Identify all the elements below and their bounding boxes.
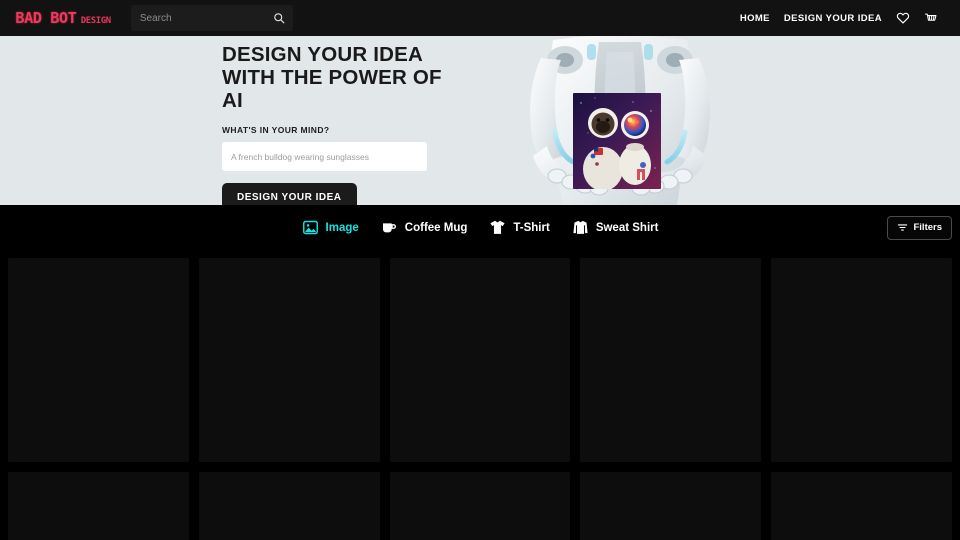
result-card[interactable] — [580, 472, 762, 540]
tab-sweat-shirt[interactable]: Sweat Shirt — [572, 219, 659, 236]
filters-label: Filters — [913, 222, 942, 233]
result-card[interactable] — [8, 472, 189, 540]
result-card[interactable] — [389, 472, 571, 540]
t-shirt-icon — [489, 219, 506, 236]
heart-icon[interactable] — [896, 11, 910, 25]
design-your-idea-button[interactable]: DESIGN YOUR IDEA — [222, 183, 357, 205]
category-tab-list: Image Coffee Mug T-Shirt Sweat Shirt — [302, 219, 659, 236]
search-input[interactable] — [130, 5, 293, 31]
search-container — [130, 5, 293, 31]
hero-section: DESIGN YOUR IDEA WITH THE POWER OF AI WH… — [0, 36, 960, 205]
filter-funnel-icon — [897, 222, 908, 233]
tab-image-label: Image — [325, 221, 359, 234]
result-card[interactable] — [580, 258, 762, 462]
tab-t-shirt-label: T-Shirt — [513, 221, 550, 234]
result-card[interactable] — [771, 472, 952, 540]
tab-sweat-shirt-label: Sweat Shirt — [595, 221, 659, 234]
generated-image-svg — [573, 93, 661, 189]
logo-primary-text: BAD BOT — [15, 9, 77, 27]
prompt-label: WHAT'S IN YOUR MIND? — [222, 125, 330, 135]
sweat-shirt-icon — [572, 219, 589, 236]
image-icon — [302, 219, 319, 236]
nav-link-design-your-idea[interactable]: DESIGN YOUR IDEA — [784, 13, 882, 24]
shopping-cart-icon[interactable] — [924, 11, 938, 25]
result-card[interactable] — [389, 258, 571, 462]
hero-copy-block: DESIGN YOUR IDEA WITH THE POWER OF AI WH… — [222, 43, 522, 205]
result-card[interactable] — [8, 258, 189, 462]
category-bar: Image Coffee Mug T-Shirt Sweat Shirt Fil… — [0, 205, 960, 250]
filters-button[interactable]: Filters — [887, 215, 952, 240]
top-navigation-bar: BAD BOT DESIGN HOME DESIGN YOUR IDEA — [0, 0, 960, 36]
prompt-input[interactable] — [222, 142, 427, 171]
tab-t-shirt[interactable]: T-Shirt — [489, 219, 550, 236]
result-card[interactable] — [198, 472, 380, 540]
generated-image-preview[interactable] — [573, 93, 661, 189]
result-card[interactable] — [198, 258, 380, 462]
brand-logo[interactable]: BAD BOT DESIGN — [15, 9, 112, 27]
tab-image[interactable]: Image — [302, 219, 359, 236]
coffee-mug-icon — [381, 219, 398, 236]
search-icon[interactable] — [273, 12, 285, 24]
tab-coffee-mug[interactable]: Coffee Mug — [381, 219, 468, 236]
hero-title: DESIGN YOUR IDEA WITH THE POWER OF AI — [222, 43, 442, 112]
nav-link-home[interactable]: HOME — [740, 13, 770, 24]
result-card[interactable] — [771, 258, 952, 462]
tab-coffee-mug-label: Coffee Mug — [404, 221, 468, 234]
results-grid — [0, 250, 960, 540]
nav-right-group: HOME DESIGN YOUR IDEA — [740, 11, 944, 25]
logo-secondary-text: DESIGN — [80, 16, 112, 26]
